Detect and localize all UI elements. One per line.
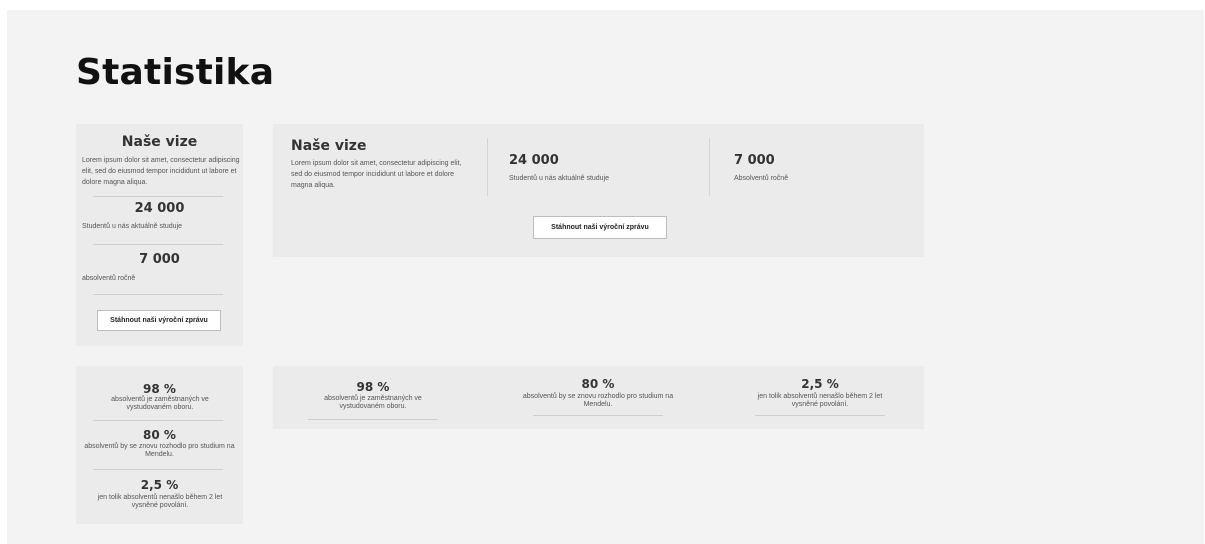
percent-value: 2,5 % [801,377,839,391]
divider [709,138,710,196]
percent-card-desktop: 98 % absolventů je zaměstnaných ve vystu… [273,366,924,429]
divider [93,196,223,197]
divider [93,244,223,245]
graduates-label: Absolventů ročně [734,175,789,182]
percent-label: absolventů by se znovu rozhodlo pro stud… [84,443,235,458]
graduates-label: absolventů ročně [82,275,136,282]
divider [533,415,663,416]
students-value: 24 000 [509,153,559,168]
percent-label: jen tolik absolventů nenašlo během 2 let… [97,494,223,509]
page-title: Statistika [76,52,275,93]
download-report-button[interactable]: Stáhnout naši výroční zprávu [97,310,221,331]
graduates-value: 7 000 [139,252,180,267]
percent-label: absolventů je zaměstnaných ve vystudovan… [324,395,422,410]
divider [93,469,223,470]
download-report-button[interactable]: Stáhnout naši výroční zprávu [533,216,667,239]
vision-text: Lorem ipsum dolor sit amet, consectetur … [291,160,462,189]
vision-card-desktop: Naše vize Lorem ipsum dolor sit amet, co… [273,124,924,257]
percent-value: 98 % [143,382,176,396]
percent-value: 80 % [143,428,176,442]
percent-value: 80 % [581,377,615,391]
vision-heading: Naše vize [291,138,367,154]
vision-heading: Naše vize [121,134,198,150]
vision-card-mobile: Naše vize Lorem ipsum dolor sit amet, co… [76,124,243,346]
divider [93,294,223,295]
percent-label: jen tolik absolventů nenašlo během 2 let… [757,393,883,408]
percent-label: absolventů by se znovu rozhodlo pro stud… [522,393,674,408]
percent-value: 2,5 % [140,478,179,492]
divider [93,420,223,421]
divider [487,138,488,196]
students-label: Studentů u nás aktuálně studuje [509,175,610,182]
divider [308,419,438,420]
percent-card-mobile: 98 % absolventů je zaměstnaných ve vystu… [76,366,243,524]
students-value: 24 000 [134,201,185,216]
percent-value: 98 % [356,380,390,394]
vision-text: Lorem ipsum dolor sit amet, consectetur … [82,157,240,186]
students-label: Studentů u nás aktuálně studuje [82,223,183,230]
graduates-value: 7 000 [734,153,775,168]
percent-label: absolventů je zaměstnaných ve vystudovan… [111,396,209,411]
divider [755,415,885,416]
